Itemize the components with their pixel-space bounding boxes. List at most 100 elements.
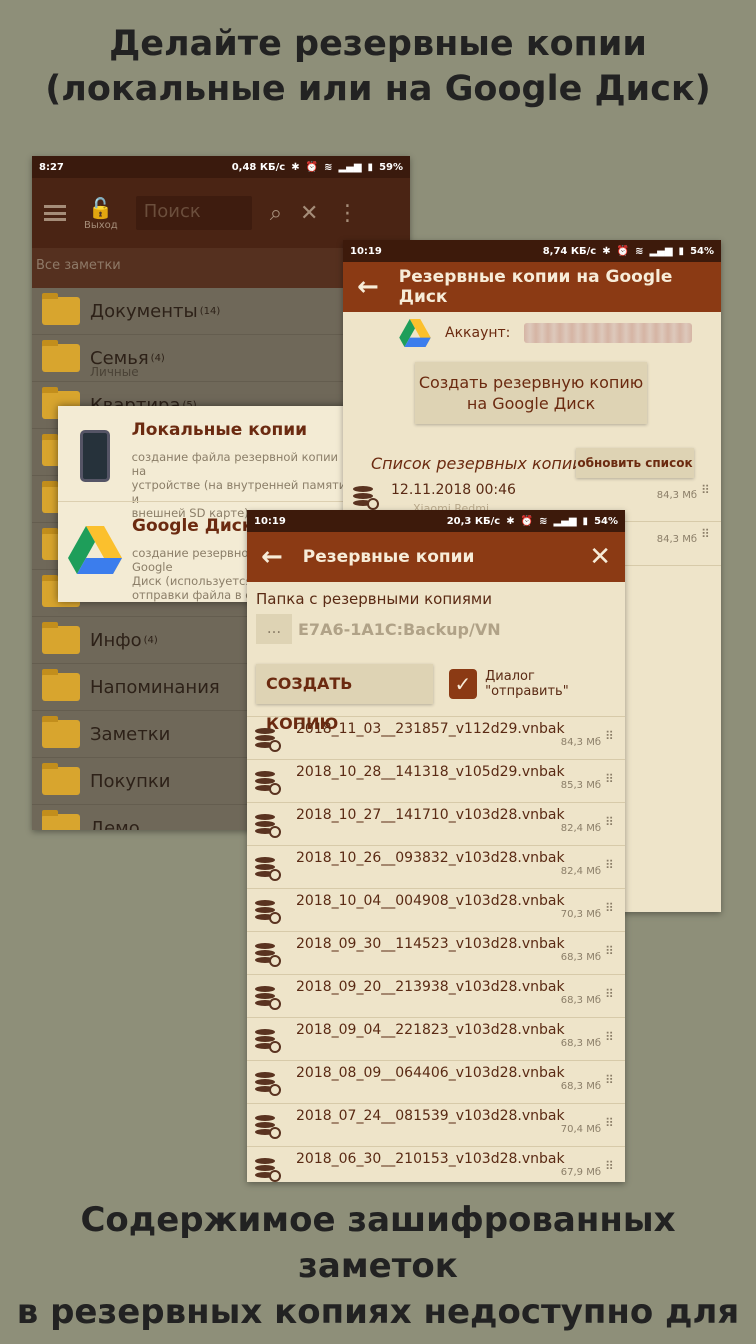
folder-path: E7A6-1A1C:Backup/VN — [298, 619, 501, 639]
account-value-redacted — [524, 323, 693, 343]
drag-handle-icon[interactable]: ⠿ — [605, 1160, 619, 1172]
menu-icon[interactable] — [44, 205, 66, 221]
drag-handle-icon[interactable]: ⠿ — [605, 859, 619, 871]
promo-footer-line: просмотра посторонним людям — [0, 1335, 756, 1344]
send-dialog-label: Диалог "отправить" — [485, 669, 569, 699]
backup-size: 85,3 Мб — [560, 780, 601, 791]
backup-row[interactable]: 2018_10_28__141318_v105d29.vnbak 85,3 Мб ⠿ — [247, 760, 625, 803]
backup-row[interactable]: 2018_10_04__004908_v103d28.vnbak 70,3 Мб ⠿ — [247, 889, 625, 932]
backup-filename: 2018_10_27__141710_v103d28.vnbak — [296, 807, 565, 823]
folder-icon — [42, 340, 80, 372]
backup-row[interactable]: 2018_10_26__093832_v103d28.vnbak 82,4 Мб ⠿ — [247, 846, 625, 889]
google-drive-icon — [68, 526, 122, 574]
create-gdrive-backup-button[interactable]: Создать резервную копию на Google Диск — [415, 362, 647, 424]
backup-size: 68,3 Мб — [560, 952, 601, 963]
status-bar: 10:19 20,3 КБ/с ✱ ⏰ ≋ ▂▄▆ ▮ 54% — [247, 510, 625, 532]
backup-filename: 2018_11_03__231857_v112d29.vnbak — [296, 721, 565, 737]
back-arrow-icon[interactable]: ← — [261, 542, 283, 572]
backup-row[interactable]: 2018_09_04__221823_v103d28.vnbak 68,3 Мб ⠿ — [247, 1018, 625, 1061]
toolbar: 🔓 Выход Поиск ⌕ ✕ ⋮ — [32, 178, 410, 248]
back-arrow-icon[interactable]: ← — [357, 272, 379, 302]
backup-row[interactable]: 2018_10_27__141710_v103d28.vnbak 82,4 Мб ⠿ — [247, 803, 625, 846]
drag-handle-icon[interactable]: ⠿ — [605, 773, 619, 785]
choose-folder-button[interactable]: ... — [256, 614, 292, 644]
backup-filename: 2018_09_20__213938_v103d28.vnbak — [296, 979, 565, 995]
status-battery: 59% — [379, 161, 403, 173]
backup-filename: 2018_06_30__210153_v103d28.vnbak — [296, 1151, 565, 1167]
search-icon[interactable]: ⌕ — [270, 201, 282, 226]
bluetooth-icon: ✱ — [602, 245, 611, 257]
battery-icon: ▮ — [367, 161, 374, 173]
battery-icon: ▮ — [582, 515, 589, 527]
backup-db-icon — [255, 771, 281, 795]
exit-button[interactable]: 🔓 Выход — [84, 196, 118, 231]
refresh-list-button[interactable]: обновить список — [576, 448, 694, 478]
drag-handle-icon[interactable]: ⠿ — [605, 816, 619, 828]
folder-icon — [42, 622, 80, 654]
status-bar: 10:19 8,74 КБ/с ✱ ⏰ ≋ ▂▄▆ ▮ 54% — [343, 240, 721, 262]
item-count: (4) — [143, 634, 158, 646]
backup-row[interactable]: 2018_08_09__064406_v103d28.vnbak 68,3 Мб ⠿ — [247, 1061, 625, 1104]
drag-handle-icon[interactable]: ⠿ — [605, 945, 619, 957]
folder-icon — [42, 810, 80, 830]
search-input[interactable]: Поиск — [135, 196, 252, 230]
promo-title-line: (локальные или на Google Диск) — [45, 69, 711, 109]
item-label: Документы — [90, 300, 198, 322]
backup-size: 67,9 Мб — [560, 1167, 601, 1178]
status-speed: 0,48 КБ/с — [231, 161, 286, 173]
backup-db-icon — [353, 486, 379, 510]
backup-row[interactable]: 2018_11_03__231857_v112d29.vnbak 84,3 Мб ⠿ — [247, 717, 625, 760]
send-dialog-checkbox[interactable]: ✓ — [448, 669, 478, 699]
folder-label: Папка с резервными копиями — [256, 590, 492, 608]
battery-icon: ▮ — [678, 245, 685, 257]
create-backup-button[interactable]: СОЗДАТЬ КОПИЮ — [256, 664, 433, 733]
folder-icon — [42, 293, 80, 325]
folder-icon — [42, 763, 80, 795]
status-time: 8:27 — [39, 161, 64, 173]
close-icon[interactable]: ✕ — [589, 542, 611, 572]
exit-label: Выход — [84, 219, 118, 231]
status-battery: 54% — [690, 245, 714, 257]
drag-handle-icon[interactable]: ⠿ — [605, 1031, 619, 1043]
backup-filename: 2018_10_04__004908_v103d28.vnbak — [296, 893, 565, 909]
promo-title: Делайте резервные копии (локальные или н… — [0, 22, 756, 112]
drag-handle-icon[interactable]: ⠿ — [605, 730, 619, 742]
drag-handle-icon[interactable]: ⠿ — [605, 1117, 619, 1129]
bluetooth-icon: ✱ — [506, 515, 515, 527]
backup-size: 84,3 Мб — [656, 534, 697, 545]
more-vert-icon[interactable]: ⋮ — [336, 201, 358, 226]
account-row: Аккаунт: — [343, 312, 721, 354]
backup-row[interactable]: 2018_06_30__210153_v103d28.vnbak 67,9 Мб ⠿ — [247, 1147, 625, 1182]
local-backups-screen: 10:19 20,3 КБ/с ✱ ⏰ ≋ ▂▄▆ ▮ 54% ← Резерв… — [247, 510, 625, 1182]
promo-title-line: Делайте резервные копии — [109, 24, 647, 64]
bluetooth-icon: ✱ — [291, 161, 300, 173]
local-backup-option[interactable]: Локальные копии создание файла резервной… — [58, 406, 358, 520]
screen-title: Резервные копии на Google Диск — [398, 267, 673, 307]
signal-icon: ▂▄▆ — [553, 515, 577, 527]
item-label: Покупки — [90, 770, 171, 792]
drag-handle-icon[interactable]: ⠿ — [701, 528, 715, 540]
backup-date: 12.11.2018 00:46 — [391, 482, 516, 498]
backup-db-icon — [255, 900, 281, 924]
drag-handle-icon[interactable]: ⠿ — [605, 988, 619, 1000]
drag-handle-icon[interactable]: ⠿ — [701, 484, 715, 496]
account-label: Аккаунт: — [445, 325, 511, 341]
alarm-icon: ⏰ — [305, 161, 319, 173]
backup-row[interactable]: 2018_07_24__081539_v103d28.vnbak 70,4 Мб ⠿ — [247, 1104, 625, 1147]
status-bar: 8:27 0,48 КБ/с ✱ ⏰ ≋ ▂▄▆ ▮ 59% — [32, 156, 410, 178]
wifi-icon: ≋ — [635, 245, 644, 257]
drag-handle-icon[interactable]: ⠿ — [605, 1074, 619, 1086]
backup-size: 70,4 Мб — [560, 1124, 601, 1135]
signal-icon: ▂▄▆ — [338, 161, 362, 173]
backup-row[interactable]: 2018_09_20__213938_v103d28.vnbak 68,3 Мб ⠿ — [247, 975, 625, 1018]
drag-handle-icon[interactable]: ⠿ — [605, 902, 619, 914]
item-label: Инфо — [90, 629, 142, 651]
alarm-icon: ⏰ — [520, 515, 534, 527]
backup-size: 82,4 Мб — [560, 866, 601, 877]
close-icon[interactable]: ✕ — [300, 201, 318, 226]
backup-row[interactable]: 2018_09_30__114523_v103d28.vnbak 68,3 Мб ⠿ — [247, 932, 625, 975]
backup-size: 70,3 Мб — [560, 909, 601, 920]
backup-filename: 2018_08_09__064406_v103d28.vnbak — [296, 1065, 565, 1081]
backup-size: 68,3 Мб — [560, 1081, 601, 1092]
folder-icon — [42, 716, 80, 748]
